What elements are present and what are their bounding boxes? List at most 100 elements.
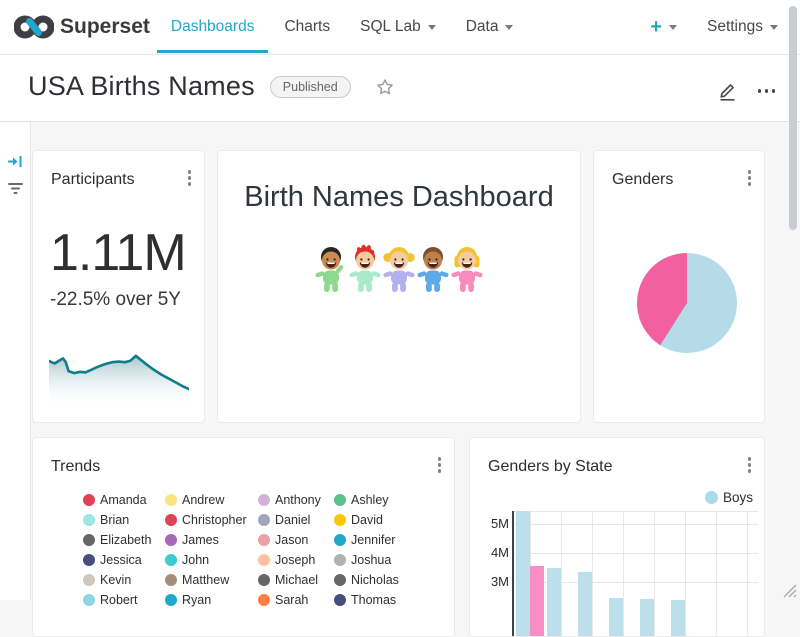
- superset-infinity-icon: [14, 14, 54, 40]
- card-title: Genders: [612, 171, 673, 189]
- gridline-vertical: [592, 511, 593, 637]
- legend-dot: [334, 574, 346, 586]
- expand-filter-bar-icon[interactable]: [7, 153, 24, 175]
- legend-label: Kevin: [100, 573, 131, 587]
- trends-legend-item-kevin[interactable]: Kevin: [83, 570, 165, 590]
- trends-legend-item-james[interactable]: James: [165, 530, 258, 550]
- trends-legend-item-matthew[interactable]: Matthew: [165, 570, 258, 590]
- chart-options-menu[interactable]: [438, 457, 442, 475]
- legend-label: Ryan: [182, 593, 211, 607]
- bar-girls-cat0[interactable]: [530, 566, 544, 637]
- legend-dot: [258, 574, 270, 586]
- trends-legend-item-sarah[interactable]: Sarah: [258, 590, 334, 610]
- legend-dot: [334, 594, 346, 606]
- trends-legend-item-jason[interactable]: Jason: [258, 530, 334, 550]
- bar-boys-cat5[interactable]: [671, 600, 685, 637]
- trends-legend-item-joseph[interactable]: Joseph: [258, 550, 334, 570]
- dashboard-actions-menu[interactable]: [754, 89, 775, 93]
- legend-dot: [334, 534, 346, 546]
- bar-boys-cat4[interactable]: [640, 599, 654, 637]
- nav-menu: Dashboards Charts SQL Lab Data: [171, 0, 544, 54]
- card-title: Trends: [51, 458, 100, 476]
- settings-menu[interactable]: Settings: [707, 18, 778, 36]
- settings-label: Settings: [707, 18, 763, 36]
- legend-dot: [165, 574, 177, 586]
- legend-label: Jessica: [100, 553, 142, 567]
- trends-legend: Amanda Andrew AnthonyAshley BrianChristophe…: [83, 490, 422, 610]
- trends-legend-item-ryan[interactable]: Ryan: [165, 590, 258, 610]
- legend-label: Jennifer: [351, 533, 395, 547]
- trends-legend-item-daniel[interactable]: Daniel: [258, 510, 334, 530]
- participants-card: Participants 1.11M -22.5% over 5Y: [32, 150, 205, 423]
- big-number-value: 1.11M: [50, 227, 186, 279]
- published-badge[interactable]: Published: [270, 76, 351, 98]
- child-figure: [417, 242, 449, 297]
- legend-label: Andrew: [182, 493, 224, 507]
- trends-legend-item-elizabeth[interactable]: Elizabeth: [83, 530, 165, 550]
- legend-dot: [83, 594, 95, 606]
- genders-by-state-card: Genders by State Boys 5M4M3M: [469, 437, 765, 637]
- filter-icon[interactable]: [7, 181, 24, 201]
- favorite-star-icon[interactable]: [375, 77, 395, 97]
- bar-boys-cat0[interactable]: [516, 511, 530, 637]
- trends-legend-item-brian[interactable]: Brian: [83, 510, 165, 530]
- trends-legend-item-nicholas[interactable]: Nicholas: [334, 570, 422, 590]
- gridline-horizontal: [512, 524, 758, 525]
- edit-dashboard-icon[interactable]: [717, 80, 738, 102]
- resize-handle-icon[interactable]: [780, 581, 798, 599]
- bar-boys-cat3[interactable]: [609, 598, 623, 637]
- y-axis-tick-label: 3M: [479, 574, 509, 589]
- trends-legend-item-michael[interactable]: Michael: [258, 570, 334, 590]
- nav-item-charts[interactable]: Charts: [284, 0, 330, 54]
- legend-label: Daniel: [275, 513, 310, 527]
- legend-label: Jason: [275, 533, 308, 547]
- chart-options-menu[interactable]: [188, 170, 192, 188]
- bar-boys-cat1[interactable]: [547, 568, 561, 637]
- legend-dot: [258, 534, 270, 546]
- nav-item-sql-lab[interactable]: SQL Lab: [360, 0, 436, 54]
- vertical-scrollbar-thumb[interactable]: [789, 6, 797, 230]
- trends-legend-item-christopher[interactable]: Christopher: [165, 510, 258, 530]
- trends-legend-item-john[interactable]: John: [165, 550, 258, 570]
- legend-dot: [165, 534, 177, 546]
- children-illustration: [218, 242, 580, 297]
- trends-legend-item-david[interactable]: David: [334, 510, 422, 530]
- brand-name[interactable]: Superset: [60, 15, 150, 39]
- bar-boys-cat2[interactable]: [578, 572, 592, 637]
- nav-item-dashboards[interactable]: Dashboards: [171, 0, 255, 54]
- trends-legend-item-jennifer[interactable]: Jennifer: [334, 530, 422, 550]
- trends-legend-item-amanda[interactable]: Amanda: [83, 490, 165, 510]
- legend-dot: [83, 534, 95, 546]
- chevron-down-icon: [505, 25, 513, 30]
- legend-label: David: [351, 513, 383, 527]
- superset-logo[interactable]: Superset: [14, 14, 171, 40]
- legend-label: Robert: [100, 593, 138, 607]
- nav-item-data[interactable]: Data: [466, 0, 514, 54]
- gridline-vertical: [747, 511, 748, 637]
- trends-legend-item-robert[interactable]: Robert: [83, 590, 165, 610]
- trends-legend-item-thomas[interactable]: Thomas: [334, 590, 422, 610]
- y-axis-tick-label: 5M: [479, 516, 509, 531]
- dashboard-header: USA Births Names Published: [0, 54, 800, 122]
- legend-label: James: [182, 533, 219, 547]
- legend-dot: [83, 554, 95, 566]
- genders-by-state-plot[interactable]: 5M4M3M: [470, 438, 764, 636]
- participants-sparkline: [49, 343, 189, 407]
- nav-item-label: SQL Lab: [360, 18, 421, 36]
- chart-options-menu[interactable]: [748, 170, 752, 188]
- trends-legend-item-anthony[interactable]: Anthony: [258, 490, 334, 510]
- plus-icon: +: [650, 16, 662, 39]
- genders-pie-chart[interactable]: [637, 253, 737, 353]
- legend-label: Joseph: [275, 553, 315, 567]
- new-item-button[interactable]: +: [650, 16, 677, 39]
- gridline-horizontal: [512, 511, 758, 512]
- nav-item-label: Charts: [284, 18, 330, 36]
- trends-legend-item-joshua[interactable]: Joshua: [334, 550, 422, 570]
- legend-label: Matthew: [182, 573, 229, 587]
- trends-legend-item-ashley[interactable]: Ashley: [334, 490, 422, 510]
- trends-legend-item-jessica[interactable]: Jessica: [83, 550, 165, 570]
- trends-legend-item-andrew[interactable]: Andrew: [165, 490, 258, 510]
- legend-label: Michael: [275, 573, 318, 587]
- gridline-vertical: [623, 511, 624, 637]
- trends-card: Trends Amanda Andrew AnthonyAshley BrianChr…: [32, 437, 455, 637]
